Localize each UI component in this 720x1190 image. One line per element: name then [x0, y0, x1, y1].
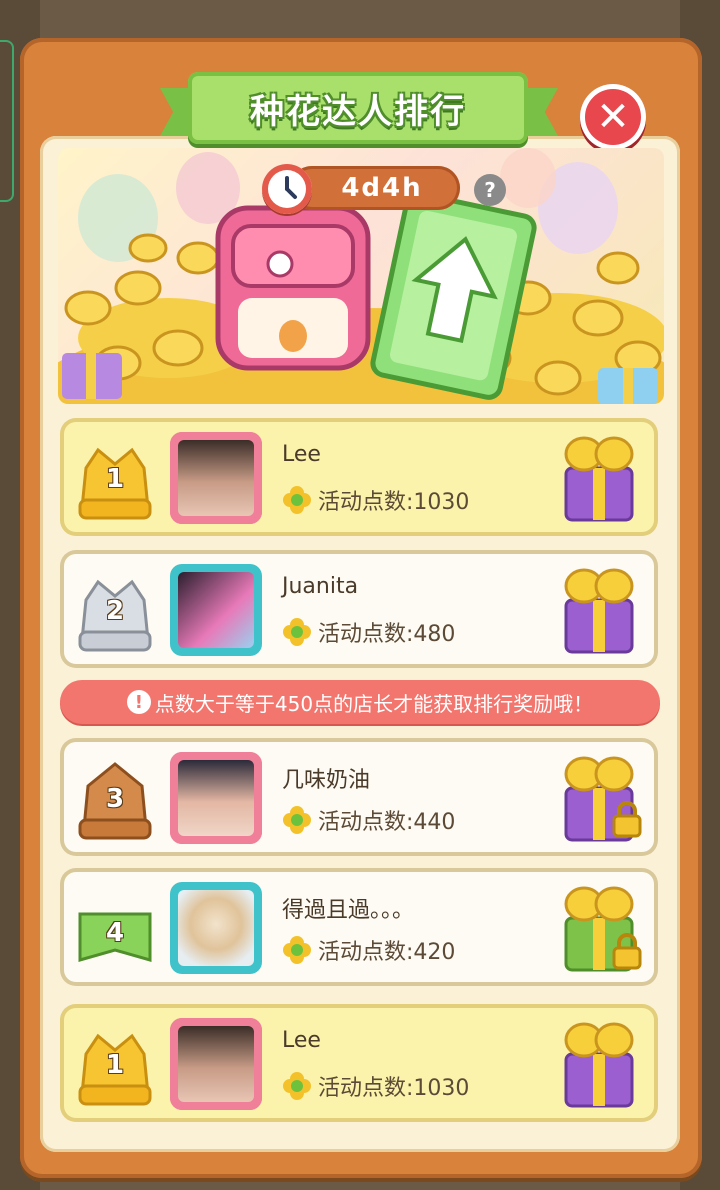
purple-gift-icon[interactable] [560, 1018, 638, 1108]
rank-number: 4 [105, 918, 125, 948]
alert-icon: ! [126, 690, 151, 714]
points-row: 活动点数:1030 [282, 484, 469, 516]
clover-icon [283, 806, 311, 834]
player-name: Juanita [282, 574, 359, 599]
player-name: 得過且過。。。 [282, 898, 415, 923]
page-title: 种花达人排行 [250, 91, 466, 132]
purple-gift-icon[interactable] [560, 564, 638, 654]
clover-icon [283, 1072, 311, 1100]
title-ribbon: 种花达人排行 [188, 72, 528, 144]
points-row: 活动点数:480 [282, 616, 455, 648]
rank-number: 1 [105, 1050, 125, 1080]
points-row: 活动点数:1030 [282, 1070, 469, 1102]
rank-number: 2 [105, 596, 125, 626]
close-icon: ✕ [596, 94, 630, 140]
activity-points: 活动点数:440 [318, 810, 456, 835]
purple-gift-icon[interactable] [560, 432, 638, 522]
lock-icon [610, 932, 644, 970]
leaderboard-row: 4 得過且過。。。 活动点数:420 [60, 868, 658, 986]
avatar[interactable] [170, 564, 262, 656]
activity-points: 活动点数:1030 [318, 1076, 470, 1101]
avatar[interactable] [170, 1018, 262, 1110]
leaderboard-row: 3 几味奶油 活动点数:440 [60, 738, 658, 856]
activity-points: 活动点数:1030 [318, 490, 470, 515]
activity-points: 活动点数:420 [318, 940, 456, 965]
points-row: 活动点数:440 [282, 804, 455, 836]
leaderboard-row: 1 Lee 活动点数:1030 [60, 418, 658, 536]
green-flag-badge: 4 [76, 888, 154, 972]
notice-text: 点数大于等于450点的店长才能获取排行奖励哦！ [154, 691, 594, 716]
my-rank-row: 1 Lee 活动点数:1030 [60, 1004, 658, 1122]
timer-pill: 4d4h [290, 166, 460, 210]
help-icon[interactable]: ? [474, 174, 506, 206]
silver-crown-badge: 2 [76, 570, 154, 654]
player-name: Lee [282, 442, 321, 467]
activity-points: 活动点数:480 [318, 622, 456, 647]
avatar[interactable] [170, 432, 262, 524]
gold-crown-badge: 1 [76, 1024, 154, 1108]
side-tab [0, 40, 14, 202]
player-name: Lee [282, 1028, 321, 1053]
bronze-badge: 3 [76, 758, 154, 842]
clock-icon [262, 164, 312, 214]
avatar[interactable] [170, 882, 262, 974]
gold-crown-badge: 1 [76, 438, 154, 522]
reward-notice: ! 点数大于等于450点的店长才能获取排行奖励哦！ [60, 680, 660, 724]
leaderboard-row: 2 Juanita 活动点数:480 [60, 550, 658, 668]
rank-number: 3 [105, 784, 125, 814]
avatar[interactable] [170, 752, 262, 844]
player-name: 几味奶油 [282, 768, 371, 793]
points-row: 活动点数:420 [282, 934, 455, 966]
clover-icon [283, 618, 311, 646]
clover-icon [283, 936, 311, 964]
lock-icon [610, 800, 644, 838]
rank-number: 1 [105, 464, 125, 494]
clover-icon [283, 486, 311, 514]
timer-text: 4d4h [341, 173, 423, 203]
close-button[interactable]: ✕ [580, 84, 646, 150]
